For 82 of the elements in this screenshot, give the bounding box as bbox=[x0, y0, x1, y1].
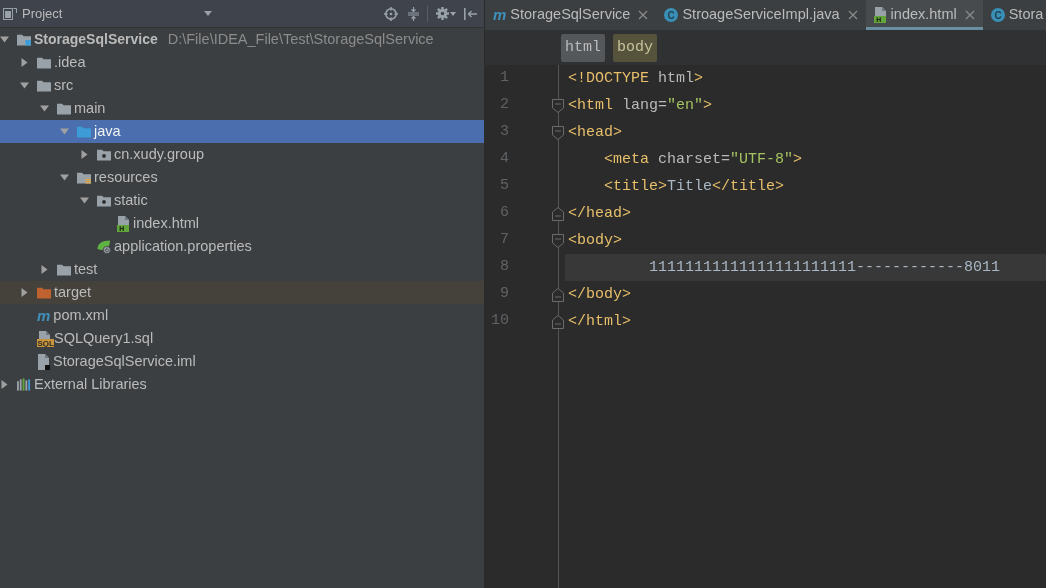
tree-item[interactable]: m pom.xml bbox=[0, 304, 484, 327]
code-line: </body> bbox=[567, 285, 632, 305]
code-line: <head> bbox=[567, 123, 623, 143]
folder-icon bbox=[77, 125, 91, 138]
file-icon bbox=[37, 353, 50, 370]
fold-marker-icon[interactable] bbox=[551, 286, 565, 303]
caret-icon[interactable] bbox=[450, 11, 456, 16]
folder-icon bbox=[37, 56, 51, 69]
library-icon bbox=[17, 378, 31, 391]
folder-icon bbox=[37, 79, 51, 92]
tree-arrow-icon[interactable] bbox=[20, 81, 29, 90]
fold-marker-icon[interactable] bbox=[551, 313, 565, 330]
tree-item[interactable]: StorageSqlService D:\File\IDEA_File\Test\StorageSqlService bbox=[0, 28, 484, 51]
tree-item[interactable]: cn.xudy.group bbox=[0, 143, 484, 166]
tree-item[interactable]: target bbox=[0, 281, 484, 304]
line-number: 5 bbox=[499, 176, 509, 197]
line-number: 1 bbox=[499, 68, 509, 89]
code-line: </head> bbox=[567, 204, 632, 224]
tree-arrow-icon[interactable] bbox=[80, 196, 89, 205]
tree-item[interactable]: main bbox=[0, 97, 484, 120]
tree-arrow-icon[interactable] bbox=[60, 173, 69, 182]
code-line: <body> bbox=[567, 231, 623, 251]
settings-icon[interactable] bbox=[436, 7, 449, 20]
hide-panel-icon[interactable] bbox=[464, 7, 477, 20]
folder-icon bbox=[57, 102, 71, 115]
code-line: <title>Title</title> bbox=[603, 177, 786, 197]
folder-icon bbox=[97, 194, 111, 207]
code-line: </html> bbox=[567, 312, 632, 332]
tree-item[interactable]: static bbox=[0, 189, 484, 212]
close-icon[interactable] bbox=[847, 10, 858, 20]
crosshair-icon[interactable] bbox=[384, 6, 398, 21]
letter-m-icon: m bbox=[493, 8, 507, 22]
line-number: 7 bbox=[499, 230, 509, 251]
line-number: 8 bbox=[499, 257, 509, 278]
c-circle-icon: C bbox=[990, 8, 1005, 22]
tree-item[interactable]: test bbox=[0, 258, 484, 281]
editor-tab[interactable]: m StorageSqlService bbox=[485, 0, 657, 30]
close-icon[interactable] bbox=[964, 10, 975, 20]
tree-item[interactable]: application.properties bbox=[0, 235, 484, 258]
folder-path: D:\File\IDEA_File\Test\StorageSqlService bbox=[167, 29, 434, 49]
tree-arrow-icon[interactable] bbox=[20, 58, 29, 67]
c-circle-icon: C bbox=[664, 8, 679, 22]
folder-icon bbox=[17, 33, 31, 46]
line-number: 3 bbox=[499, 122, 509, 143]
folder-icon bbox=[57, 263, 71, 276]
fold-marker-icon[interactable] bbox=[551, 232, 565, 249]
tree-arrow-icon[interactable] bbox=[0, 35, 9, 44]
letter-m-icon: m bbox=[37, 308, 51, 323]
fold-marker-icon[interactable] bbox=[551, 97, 565, 114]
project-view-icon bbox=[3, 7, 17, 20]
code-line: <!DOCTYPE html> bbox=[567, 69, 705, 89]
editor-tab[interactable]: C Stora bbox=[982, 0, 1044, 30]
line-number: 9 bbox=[499, 284, 509, 305]
line-number: 10 bbox=[490, 311, 509, 332]
fold-marker-icon[interactable] bbox=[551, 124, 565, 141]
tree-item[interactable]: .idea bbox=[0, 51, 484, 74]
breadcrumb-tag[interactable]: html bbox=[561, 33, 605, 62]
close-icon[interactable] bbox=[638, 10, 649, 20]
line-number: 2 bbox=[499, 95, 509, 116]
tree-arrow-icon[interactable] bbox=[20, 288, 29, 297]
tree-item[interactable]: java bbox=[0, 120, 484, 143]
leaf-icon bbox=[97, 239, 111, 254]
folder-icon bbox=[77, 171, 91, 184]
folder-icon bbox=[37, 286, 51, 299]
tree-arrow-icon[interactable] bbox=[80, 150, 89, 159]
folder-icon bbox=[97, 148, 111, 161]
caret-icon bbox=[204, 11, 212, 16]
tree-item[interactable]: StorageSqlService.iml bbox=[0, 350, 484, 373]
collapse-all-icon[interactable] bbox=[407, 6, 420, 21]
tree-item[interactable]: resources bbox=[0, 166, 484, 189]
editor-tab[interactable]: C StroageServiceImpl.java bbox=[656, 0, 866, 30]
tree-arrow-icon[interactable] bbox=[40, 104, 49, 113]
code-line: <meta charset="UTF-8"> bbox=[603, 150, 804, 170]
line-number: 4 bbox=[499, 149, 509, 170]
tree-arrow-icon[interactable] bbox=[40, 265, 49, 274]
tree-item[interactable]: src bbox=[0, 74, 484, 97]
fold-marker-icon[interactable] bbox=[551, 205, 565, 222]
tree-item[interactable]: External Libraries bbox=[0, 373, 484, 396]
line-number: 6 bbox=[499, 203, 509, 224]
breadcrumb-tag[interactable]: body bbox=[613, 33, 658, 62]
code-line: <html lang="en"> bbox=[567, 96, 714, 116]
tree-arrow-icon[interactable] bbox=[0, 380, 9, 389]
